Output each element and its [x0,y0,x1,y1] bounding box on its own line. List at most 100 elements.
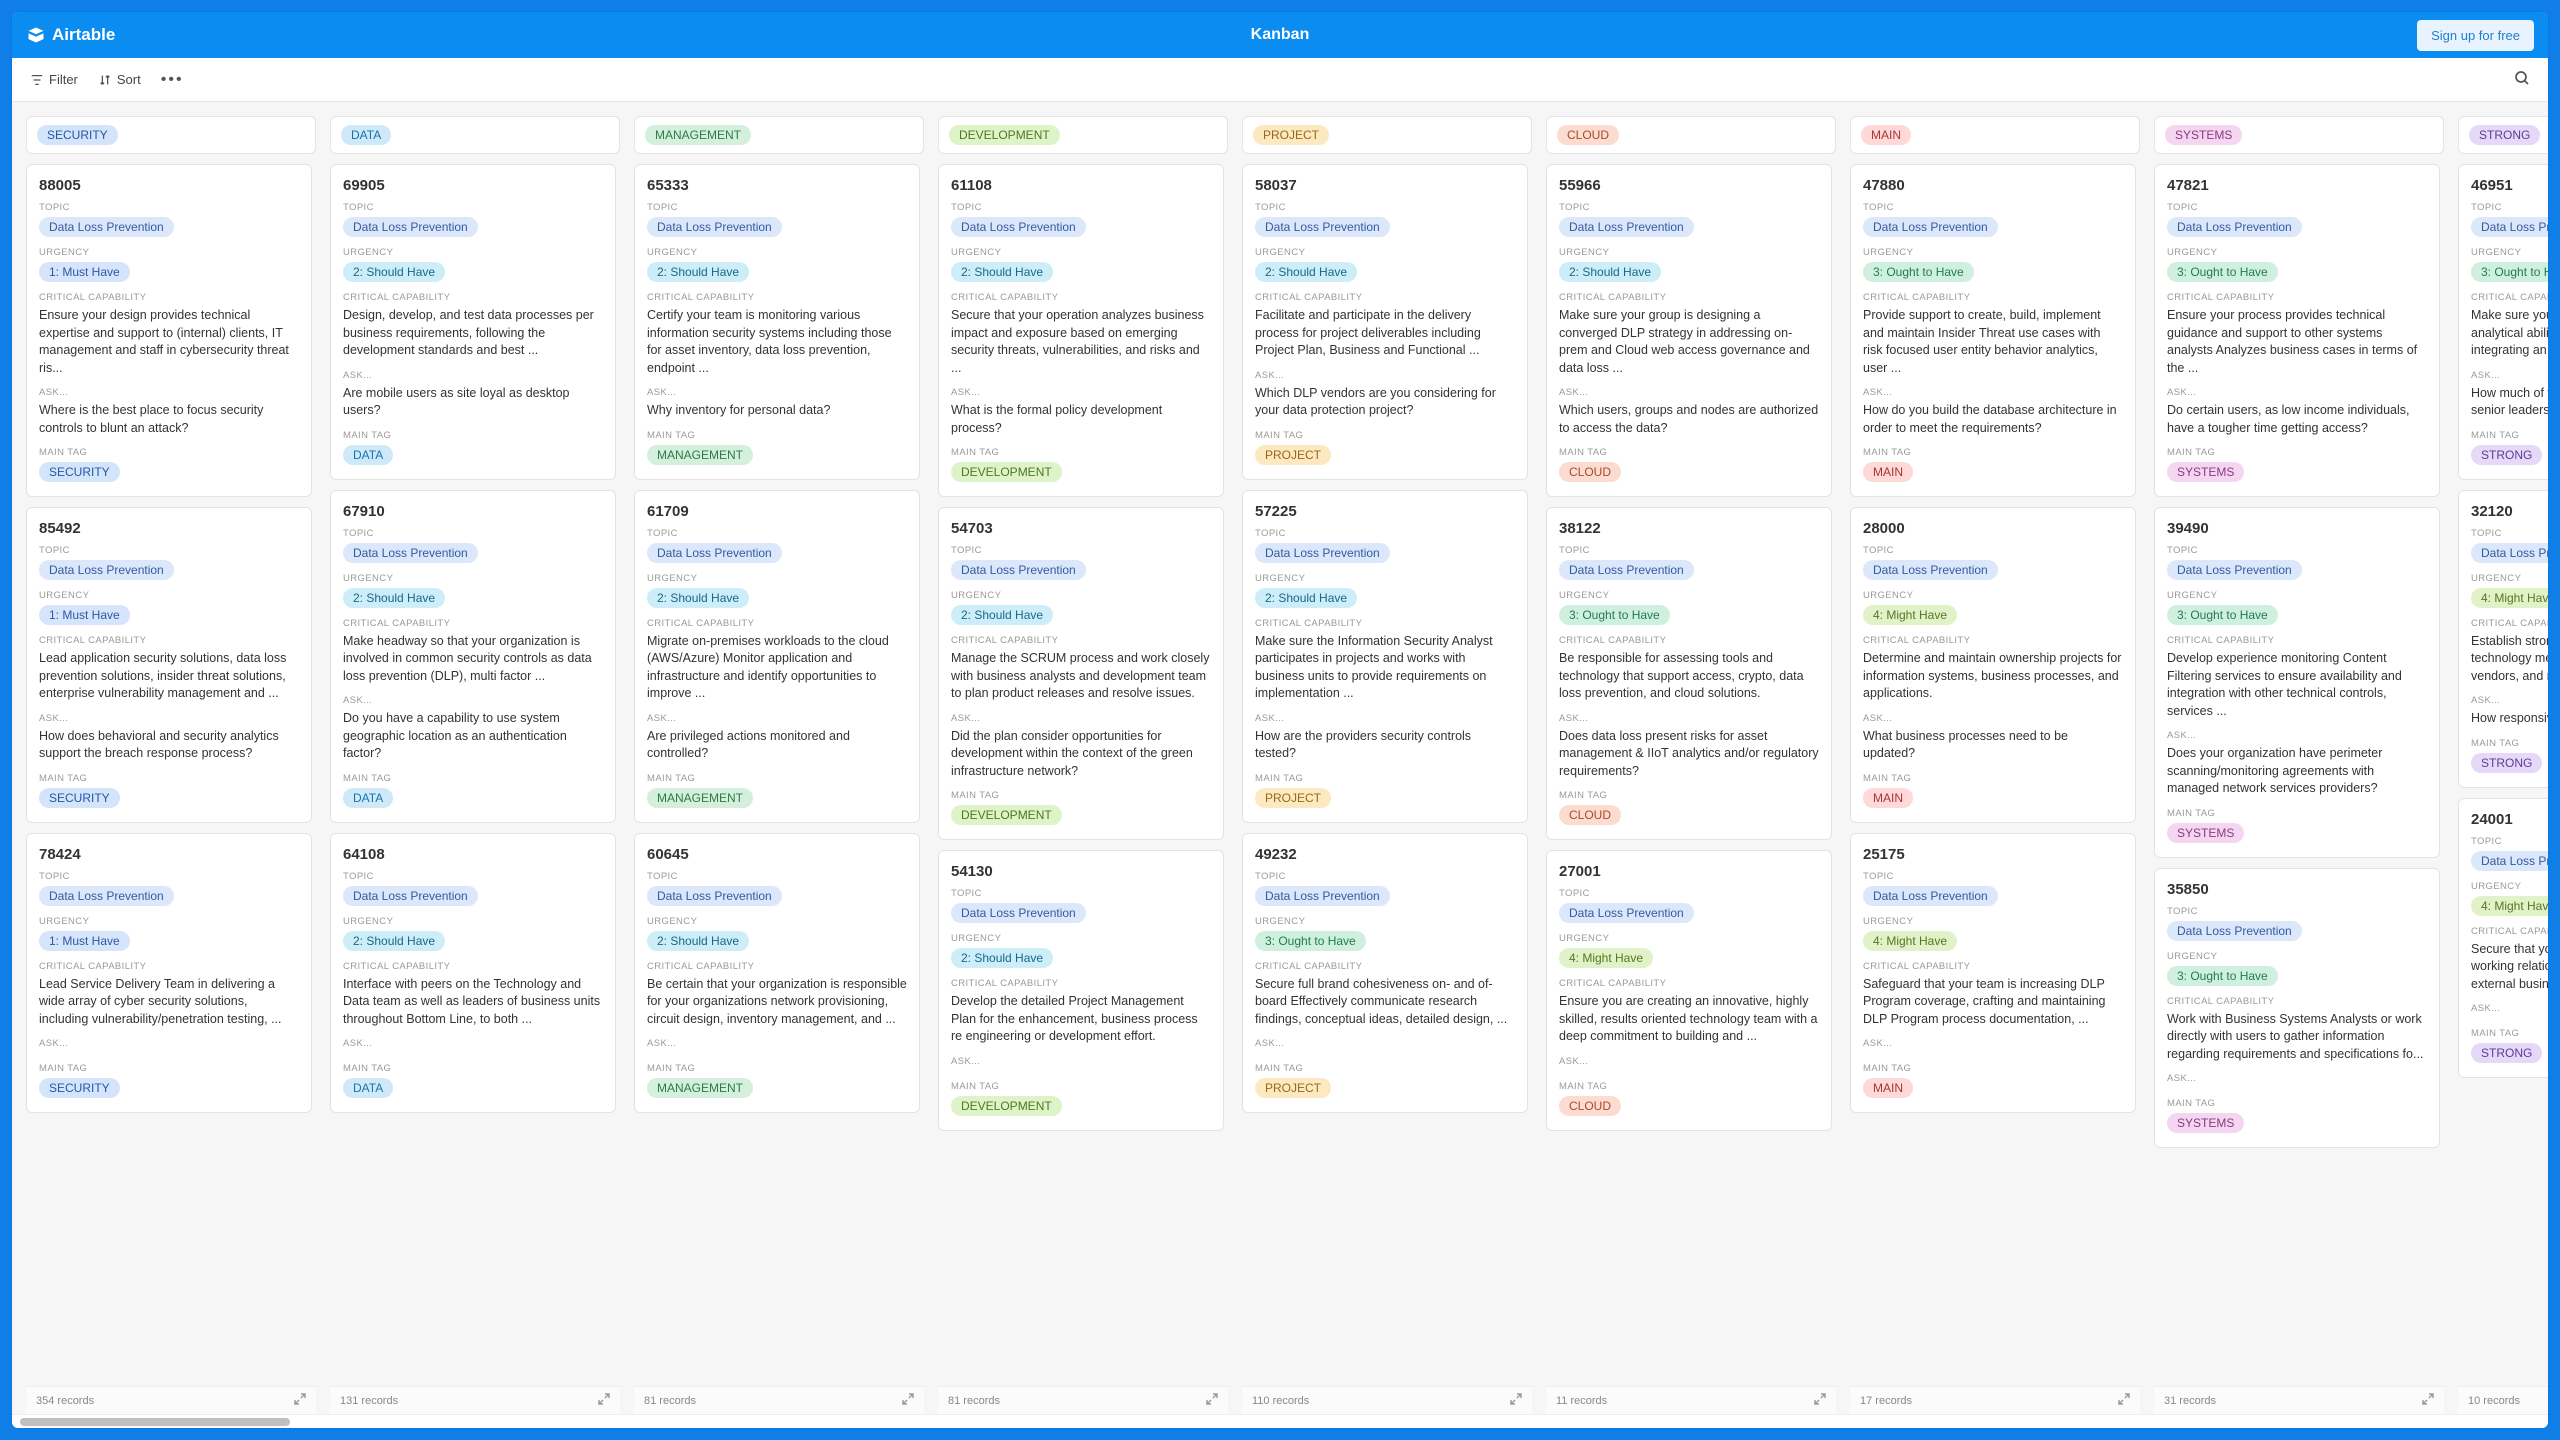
urgency-pill: 4: Might Have [1559,948,1653,968]
column-development: DEVELOPMENT 61108TOPICData Loss Preventio… [938,116,1228,1414]
maintag-label: MAIN TAG [343,1063,603,1074]
kanban-card[interactable]: 24001TOPICData Loss PreventionURGENCY4: … [2458,798,2548,1079]
kanban-card[interactable]: 32120TOPICData Loss PreventionURGENCY4: … [2458,490,2548,788]
kanban-card[interactable]: 64108TOPICData Loss PreventionURGENCY2: … [330,833,616,1114]
kanban-card[interactable]: 65333TOPICData Loss PreventionURGENCY2: … [634,164,920,480]
urgency-pill: 4: Might Have [2471,896,2548,916]
kanban-card[interactable]: 39490TOPICData Loss PreventionURGENCY3: … [2154,507,2440,858]
card-list[interactable]: 61108TOPICData Loss PreventionURGENCY2: … [938,164,1228,1386]
card-list[interactable]: 58037TOPICData Loss PreventionURGENCY2: … [1242,164,1532,1386]
card-list[interactable]: 46951TOPICData Loss PreventionURGENCY3: … [2458,164,2548,1386]
card-id: 78424 [39,846,299,863]
kanban-card[interactable]: 58037TOPICData Loss PreventionURGENCY2: … [1242,164,1528,480]
expand-icon[interactable] [2422,1393,2434,1408]
search-button[interactable] [2514,70,2530,89]
kanban-card[interactable]: 49232TOPICData Loss PreventionURGENCY3: … [1242,833,1528,1114]
kanban-card[interactable]: 61709TOPICData Loss PreventionURGENCY2: … [634,490,920,823]
expand-icon[interactable] [294,1393,306,1408]
ask-label: ASK... [2471,1003,2548,1014]
kanban-card[interactable]: 55966TOPICData Loss PreventionURGENCY2: … [1546,164,1832,497]
kanban-card[interactable]: 60645TOPICData Loss PreventionURGENCY2: … [634,833,920,1114]
topic-pill: Data Loss Prevention [39,886,174,906]
topbar: Airtable Kanban Sign up for free [12,12,2548,58]
urgency-pill: 3: Ought to Have [2471,262,2548,282]
topic-label: TOPIC [2471,836,2548,847]
kanban-card[interactable]: 38122TOPICData Loss PreventionURGENCY3: … [1546,507,1832,840]
signup-button[interactable]: Sign up for free [2417,20,2534,51]
card-list[interactable]: 47880TOPICData Loss PreventionURGENCY3: … [1850,164,2140,1386]
kanban-card[interactable]: 61108TOPICData Loss PreventionURGENCY2: … [938,164,1224,497]
maintag-label: MAIN TAG [39,773,299,784]
cc-text: Ensure your process provides technical g… [2167,307,2427,377]
kanban-card[interactable]: 78424TOPICData Loss PreventionURGENCY1: … [26,833,312,1114]
kanban-card[interactable]: 67910TOPICData Loss PreventionURGENCY2: … [330,490,616,823]
cc-text: Facilitate and participate in the delive… [1255,307,1515,360]
kanban-card[interactable]: 46951TOPICData Loss PreventionURGENCY3: … [2458,164,2548,480]
column-header[interactable]: DEVELOPMENT [938,116,1228,154]
column-header[interactable]: DATA [330,116,620,154]
card-list[interactable]: 88005TOPICData Loss PreventionURGENCY1: … [26,164,316,1386]
scroll-thumb[interactable] [20,1418,290,1426]
sort-button[interactable]: Sort [98,72,141,87]
kanban-card[interactable]: 88005TOPICData Loss PreventionURGENCY1: … [26,164,312,497]
kanban-card[interactable]: 47880TOPICData Loss PreventionURGENCY3: … [1850,164,2136,497]
kanban-card[interactable]: 25175TOPICData Loss PreventionURGENCY4: … [1850,833,2136,1114]
topic-pill: Data Loss Prevention [343,886,478,906]
kanban-card[interactable]: 54130TOPICData Loss PreventionURGENCY2: … [938,850,1224,1131]
cc-text: Determine and maintain ownership project… [1863,650,2123,703]
card-list[interactable]: 47821TOPICData Loss PreventionURGENCY3: … [2154,164,2444,1386]
cc-label: CRITICAL CAPABILITY [1863,292,2123,303]
ask-text: How much of that risk is your organizati… [2471,385,2548,420]
maintag-label: MAIN TAG [1863,773,2123,784]
cc-label: CRITICAL CAPABILITY [39,961,299,972]
maintag-pill: MANAGEMENT [647,445,753,465]
more-button[interactable]: ••• [161,71,184,89]
card-list[interactable]: 69905TOPICData Loss PreventionURGENCY2: … [330,164,620,1386]
column-header[interactable]: SECURITY [26,116,316,154]
column-footer: 110 records [1242,1386,1532,1414]
column-header[interactable]: CLOUD [1546,116,1836,154]
column-header[interactable]: STRONG [2458,116,2548,154]
filter-button[interactable]: Filter [30,72,78,87]
expand-icon[interactable] [2118,1393,2130,1408]
cc-text: Establish strong working relationships w… [2471,633,2548,686]
airtable-icon [26,25,46,45]
column-footer: 81 records [938,1386,1228,1414]
urgency-label: URGENCY [343,573,603,584]
search-icon [2514,70,2530,86]
card-list[interactable]: 55966TOPICData Loss PreventionURGENCY2: … [1546,164,1836,1386]
kanban-card[interactable]: 47821TOPICData Loss PreventionURGENCY3: … [2154,164,2440,497]
card-id: 47880 [1863,177,2123,194]
expand-icon[interactable] [902,1393,914,1408]
column-footer: 81 records [634,1386,924,1414]
logo[interactable]: Airtable [26,25,115,45]
expand-icon[interactable] [1206,1393,1218,1408]
urgency-pill: 2: Should Have [343,262,445,282]
maintag-pill: DEVELOPMENT [951,1096,1062,1116]
cc-text: Certify your team is monitoring various … [647,307,907,377]
kanban-card[interactable]: 57225TOPICData Loss PreventionURGENCY2: … [1242,490,1528,823]
kanban-card[interactable]: 69905TOPICData Loss PreventionURGENCY2: … [330,164,616,480]
kanban-card[interactable]: 28000TOPICData Loss PreventionURGENCY4: … [1850,507,2136,823]
column-header[interactable]: MANAGEMENT [634,116,924,154]
topic-pill: Data Loss Prevention [2471,851,2548,871]
column-header[interactable]: MAIN [1850,116,2140,154]
column-header[interactable]: PROJECT [1242,116,1532,154]
card-id: 64108 [343,846,603,863]
kanban-card[interactable]: 54703TOPICData Loss PreventionURGENCY2: … [938,507,1224,840]
card-list[interactable]: 65333TOPICData Loss PreventionURGENCY2: … [634,164,924,1386]
expand-icon[interactable] [598,1393,610,1408]
horizontal-scrollbar[interactable] [12,1414,2548,1428]
column-header[interactable]: SYSTEMS [2154,116,2444,154]
topic-label: TOPIC [1255,528,1515,539]
ask-label: ASK... [39,1038,299,1049]
expand-icon[interactable] [1510,1393,1522,1408]
kanban-card[interactable]: 35850TOPICData Loss PreventionURGENCY3: … [2154,868,2440,1149]
maintag-label: MAIN TAG [2471,738,2548,749]
kanban-card[interactable]: 85492TOPICData Loss PreventionURGENCY1: … [26,507,312,823]
kanban-card[interactable]: 27001TOPICData Loss PreventionURGENCY4: … [1546,850,1832,1131]
expand-icon[interactable] [1814,1393,1826,1408]
kanban-board[interactable]: SECURITY 88005TOPICData Loss PreventionUR… [12,102,2548,1414]
column-footer: 131 records [330,1386,620,1414]
topic-label: TOPIC [1863,545,2123,556]
